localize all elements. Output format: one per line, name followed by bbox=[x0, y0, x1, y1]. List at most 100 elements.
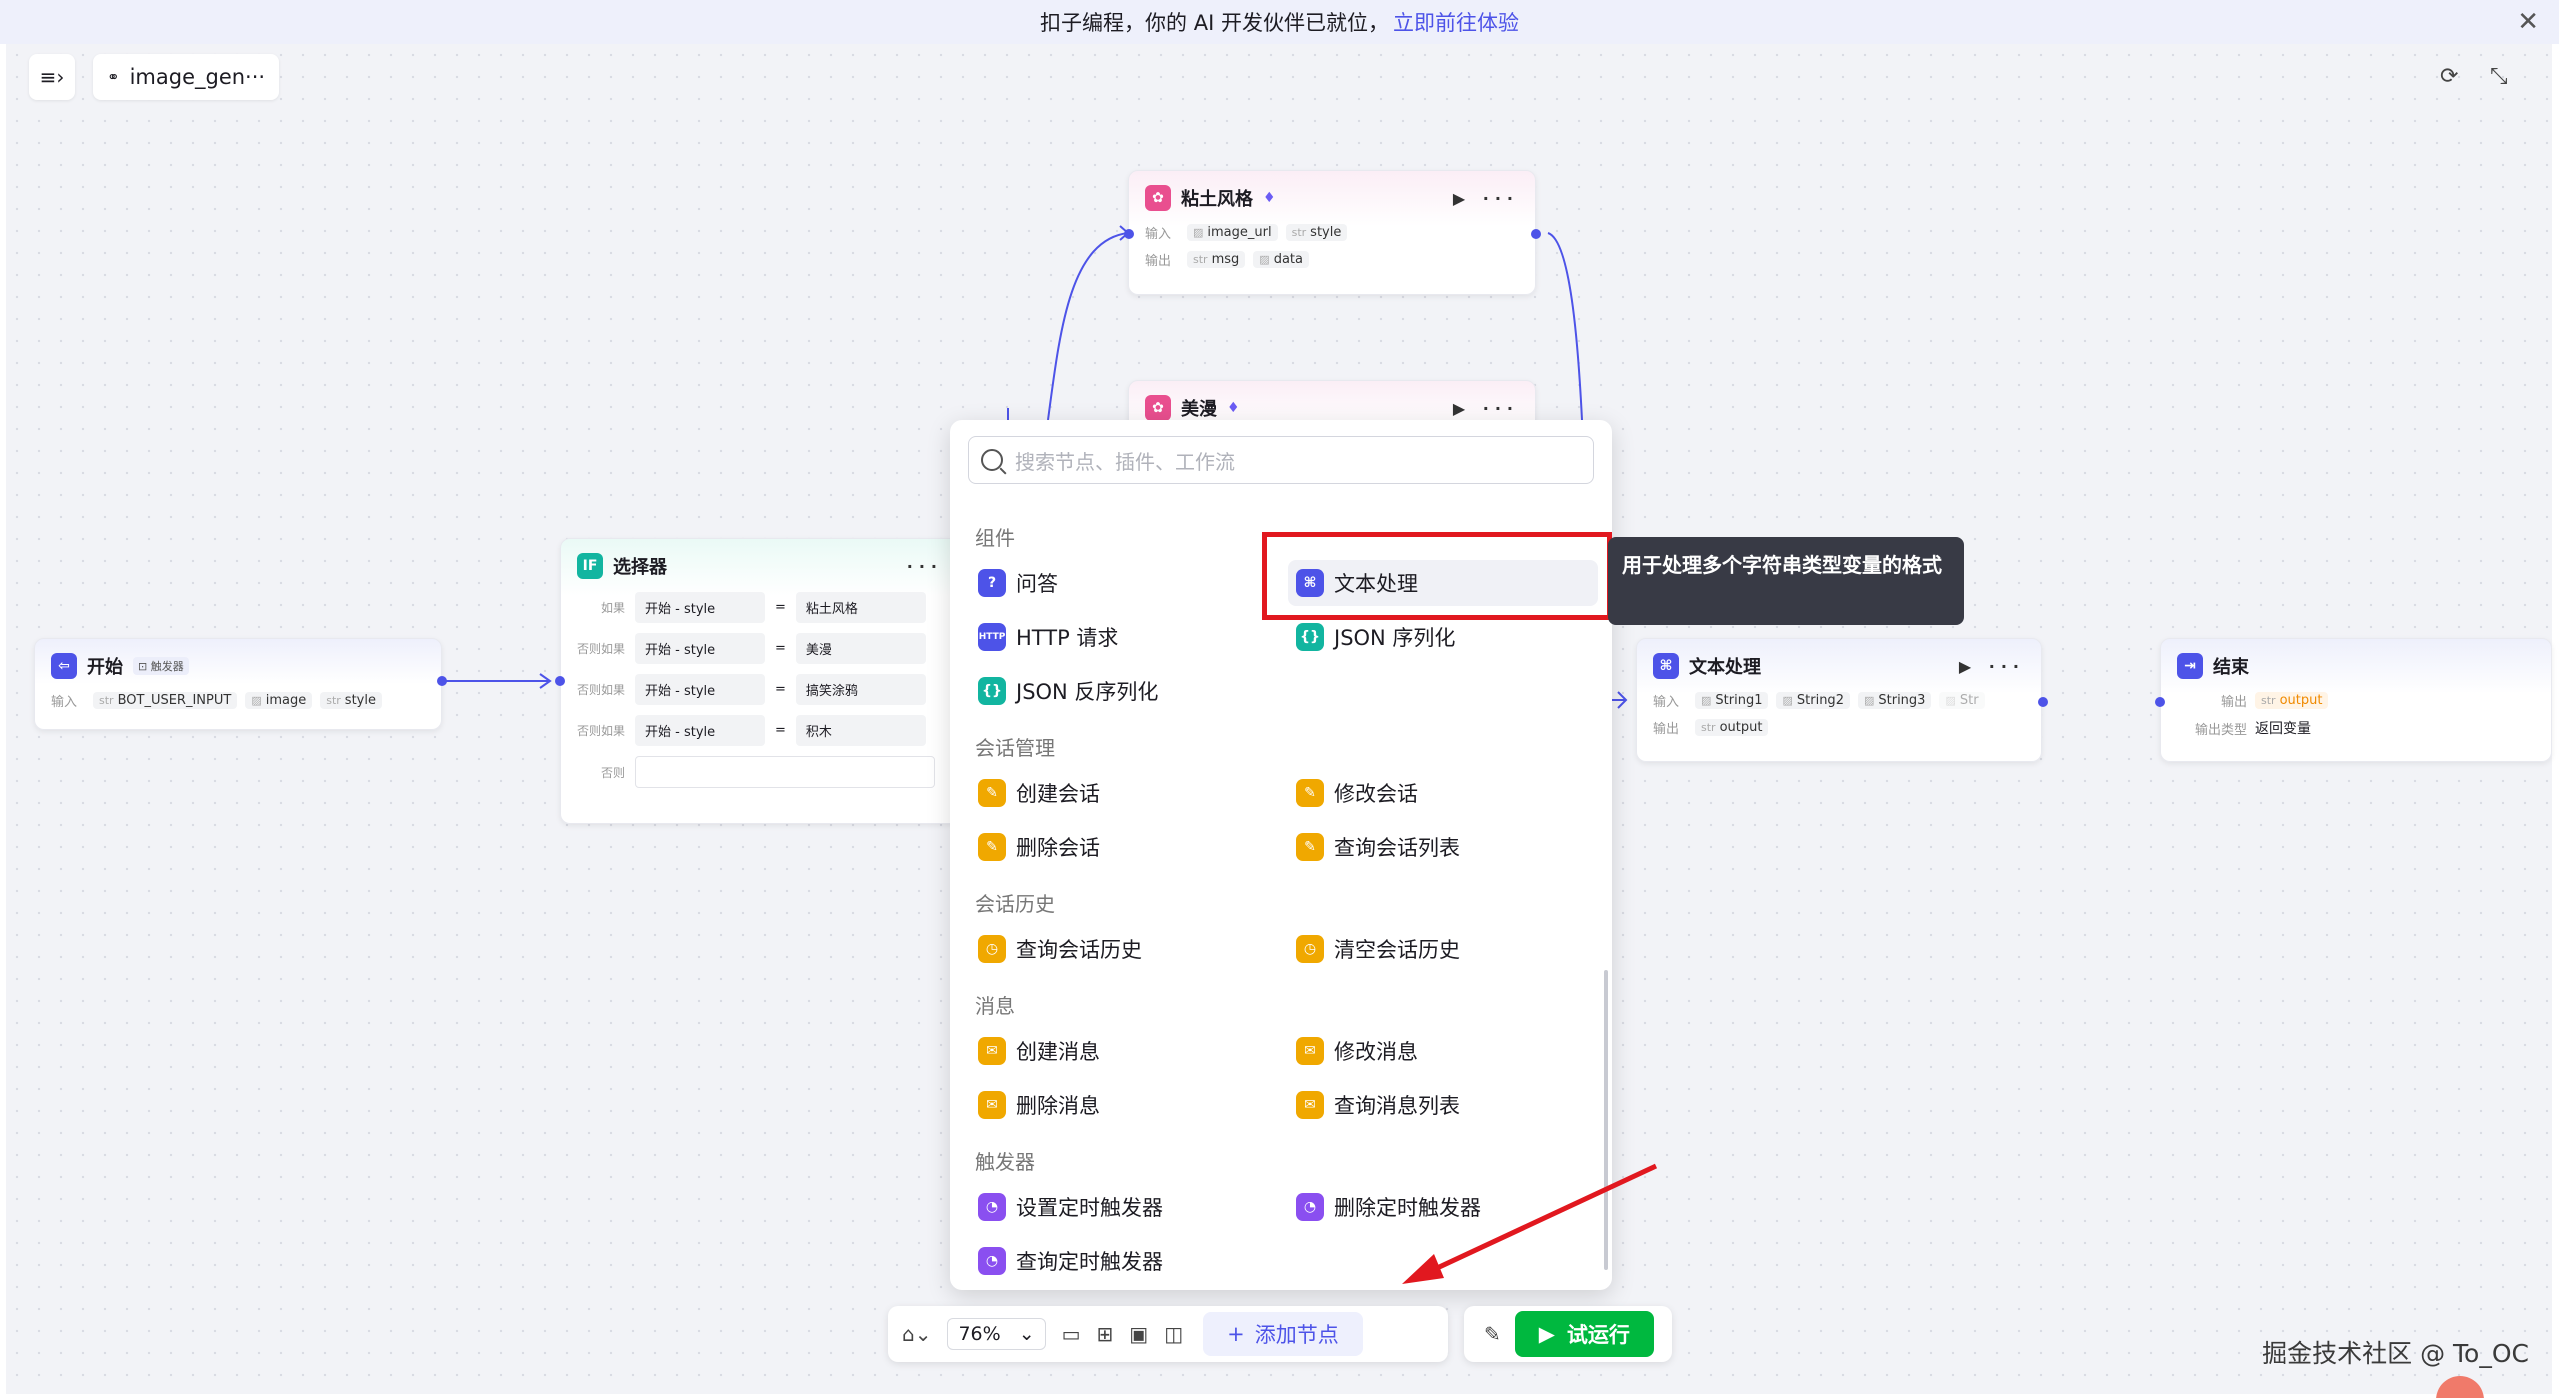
if-icon: IF bbox=[577, 553, 603, 579]
cond-right[interactable]: 积木 bbox=[795, 715, 926, 746]
param-tag: ▨ String2 bbox=[1776, 692, 1850, 709]
search-placeholder: 搜索节点、插件、工作流 bbox=[1015, 449, 1235, 474]
run-toolbar: ✎ ▶ 试运行 bbox=[1464, 1306, 1672, 1362]
param-tag: ▨ data bbox=[1253, 251, 1309, 268]
history-icon: ◷ bbox=[1296, 935, 1324, 963]
cond-right[interactable]: 搞笑涂鸦 bbox=[795, 674, 926, 705]
test-run-label: 试运行 bbox=[1566, 1323, 1630, 1347]
run-and-more-icons[interactable]: ▶ ··· bbox=[1959, 657, 2025, 676]
chevron-down-icon: ⌄ bbox=[1018, 1323, 1035, 1345]
node-item-query-trigger[interactable]: ◔ 查询定时触发器 bbox=[970, 1238, 1171, 1284]
clay-style-node[interactable]: ✿ 粘土风格 ♦ ▶ ··· 输入 ▨ image_url str style 输出… bbox=[1128, 170, 1536, 295]
clay-output-port[interactable] bbox=[1531, 229, 1541, 239]
input-label: 输入 bbox=[1653, 695, 1680, 710]
mouse-mode-icon[interactable]: ⌂⌄ bbox=[902, 1322, 931, 1346]
node-item-delete-session[interactable]: ✎ 删除会话 bbox=[970, 824, 1108, 870]
param-tag: str style bbox=[320, 692, 382, 709]
fit-view-icon[interactable]: ◫ bbox=[1164, 1322, 1183, 1346]
cond-label: 如果 bbox=[600, 601, 625, 615]
end-input-port[interactable] bbox=[2155, 697, 2165, 707]
selector-input-port[interactable] bbox=[555, 676, 565, 686]
cond-left[interactable]: 开始 - style bbox=[635, 592, 765, 623]
param-tag: ▨ image_url bbox=[1187, 224, 1278, 241]
refresh-icon[interactable]: ⟳ bbox=[2440, 64, 2458, 89]
text-process-icon: ⌘ bbox=[1653, 653, 1679, 679]
node-tooltip: 用于处理多个字符串类型变量的格式 bbox=[1608, 537, 1964, 625]
chat-icon: ✎ bbox=[1296, 833, 1324, 861]
node-item-create-session[interactable]: ✎ 创建会话 bbox=[970, 770, 1108, 816]
output-label: 输出 bbox=[2220, 695, 2247, 710]
param-tag: str output bbox=[1695, 719, 1769, 736]
node-item-edit-message[interactable]: ✉ 修改消息 bbox=[1288, 1028, 1426, 1074]
param-tag: ▨ String3 bbox=[1857, 692, 1932, 709]
zoom-select[interactable]: 76% ⌄ bbox=[947, 1318, 1046, 1350]
run-and-more-icons[interactable]: ▶ ··· bbox=[1453, 189, 1519, 208]
clay-node-title: 粘土风格 bbox=[1181, 189, 1253, 210]
menu-icon: ≡› bbox=[39, 65, 65, 89]
cond-label: 否则如果 bbox=[576, 683, 625, 697]
output-label: 输出 bbox=[1653, 722, 1680, 737]
node-item-qa[interactable]: ? 问答 bbox=[970, 560, 1066, 606]
output-type-label: 输出类型 bbox=[2194, 722, 2247, 738]
node-item-json-deserialize[interactable]: {} JSON 反序列化 bbox=[970, 668, 1166, 714]
else-box[interactable] bbox=[635, 756, 935, 788]
text-proc-node-title: 文本处理 bbox=[1689, 657, 1761, 678]
node-item-list-messages[interactable]: ✉ 查询消息列表 bbox=[1288, 1082, 1468, 1128]
node-item-set-trigger[interactable]: ◔ 设置定时触发器 bbox=[970, 1184, 1171, 1230]
plugin-icon: ✿ bbox=[1145, 185, 1171, 211]
cond-left[interactable]: 开始 - style bbox=[635, 633, 765, 664]
param-tag: str style bbox=[1285, 224, 1348, 241]
cond-right[interactable]: 粘土风格 bbox=[795, 592, 926, 623]
node-item-delete-message[interactable]: ✉ 删除消息 bbox=[970, 1082, 1108, 1128]
chat-icon: ✎ bbox=[978, 833, 1006, 861]
premium-icon: ♦ bbox=[1263, 190, 1276, 206]
clay-input-port[interactable] bbox=[1124, 229, 1134, 239]
end-node[interactable]: ⇥ 结束 输出 str output 输出类型 返回变量 bbox=[2160, 638, 2552, 762]
start-output-port[interactable] bbox=[437, 676, 447, 686]
text-processing-node[interactable]: ⌘ 文本处理 ▶ ··· 输入 ▨ String1 ▨ String2 ▨ Strin… bbox=[1636, 638, 2042, 762]
collapse-icon[interactable]: ⤡ bbox=[2490, 64, 2508, 89]
plugin-icon: ✿ bbox=[1145, 395, 1171, 421]
workflow-title-chip[interactable]: ⚭ image_gen··· bbox=[93, 54, 280, 100]
node-item-edit-session[interactable]: ✎ 修改会话 bbox=[1288, 770, 1426, 816]
category-history: 会话历史 bbox=[975, 892, 1055, 916]
node-item-http[interactable]: HTTP HTTP 请求 bbox=[970, 614, 1126, 660]
workflow-icon: ⚭ bbox=[107, 68, 120, 86]
node-item-create-message[interactable]: ✉ 创建消息 bbox=[970, 1028, 1108, 1074]
more-icon[interactable]: ··· bbox=[907, 557, 943, 576]
category-session: 会话管理 bbox=[975, 736, 1055, 760]
param-tag: str BOT_USER_INPUT bbox=[93, 692, 238, 709]
cond-right[interactable]: 美漫 bbox=[795, 633, 926, 664]
node-item-list-sessions[interactable]: ✎ 查询会话列表 bbox=[1288, 824, 1468, 870]
text-proc-output-port[interactable] bbox=[2038, 697, 2048, 707]
selector-node[interactable]: IF 选择器 ··· 如果 开始 - style = 粘土风格 否则如果 开始 - st… bbox=[560, 538, 960, 824]
search-icon bbox=[981, 449, 1003, 471]
wrench-icon[interactable]: ✎ bbox=[1484, 1322, 1501, 1346]
play-icon: ▶ bbox=[1538, 1322, 1555, 1346]
cond-left[interactable]: 开始 - style bbox=[635, 674, 765, 705]
history-icon: ◷ bbox=[978, 935, 1006, 963]
cond-label: 否则如果 bbox=[576, 642, 625, 656]
banner-link[interactable]: 立即前往体验 bbox=[1393, 7, 1519, 37]
comment-icon[interactable]: ▭ bbox=[1062, 1322, 1081, 1346]
test-run-button[interactable]: ▶ 试运行 bbox=[1514, 1311, 1654, 1357]
comic-node-title: 美漫 bbox=[1181, 399, 1217, 420]
zoom-value: 76% bbox=[958, 1323, 1001, 1345]
node-item-query-history[interactable]: ◷ 查询会话历史 bbox=[970, 926, 1150, 972]
start-icon: ⇦ bbox=[51, 653, 77, 679]
minimap-icon[interactable]: ▣ bbox=[1129, 1322, 1148, 1346]
layout-icon[interactable]: ⊞ bbox=[1097, 1322, 1114, 1346]
run-and-more-icons[interactable]: ▶ ··· bbox=[1453, 399, 1519, 418]
node-item-json-serialize[interactable]: {} JSON 序列化 bbox=[1288, 614, 1463, 660]
add-node-button[interactable]: + 添加节点 bbox=[1203, 1312, 1363, 1356]
node-item-clear-history[interactable]: ◷ 清空会话历史 bbox=[1288, 926, 1468, 972]
message-icon: ✉ bbox=[978, 1091, 1006, 1119]
search-input[interactable]: 搜索节点、插件、工作流 bbox=[968, 436, 1594, 484]
trigger-icon: ◔ bbox=[1296, 1193, 1324, 1221]
start-node[interactable]: ⇦ 开始 ⊡ 触发器 输入 str BOT_USER_INPUT ▨ image s… bbox=[34, 638, 442, 730]
cond-left[interactable]: 开始 - style bbox=[635, 715, 765, 746]
close-icon[interactable]: ✕ bbox=[2517, 7, 2539, 37]
param-tag: ▨ String1 bbox=[1695, 692, 1769, 709]
annotation-arrow bbox=[1402, 1163, 1658, 1284]
sidebar-toggle-button[interactable]: ≡› bbox=[29, 54, 75, 100]
